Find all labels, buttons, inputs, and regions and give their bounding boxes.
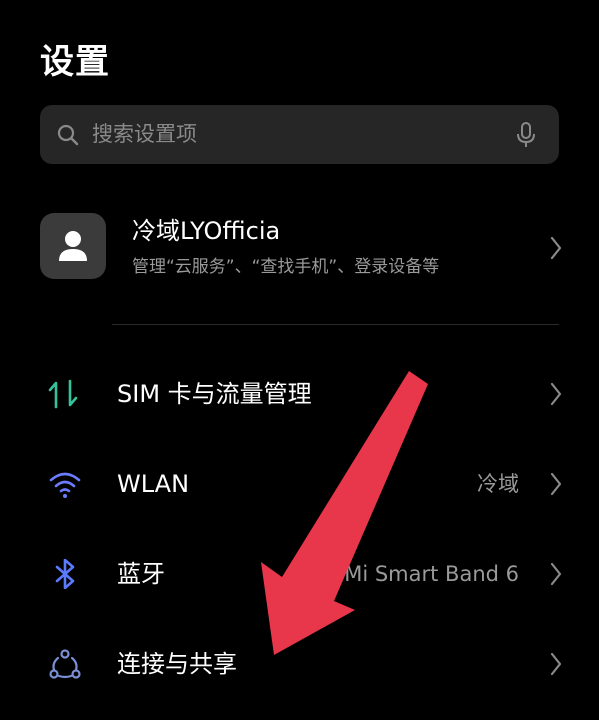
setting-item-label: 连接与共享: [117, 650, 237, 678]
account-name: 冷域LYOfficia: [132, 217, 281, 245]
chevron-right-icon: [550, 562, 562, 586]
wifi-icon: [49, 472, 81, 498]
connection-share-icon: [49, 649, 81, 679]
page-title: 设置: [40, 42, 110, 82]
account-row[interactable]: 冷域LYOfficia 管理“云服务”、“查找手机”、登录设备等: [0, 205, 599, 295]
setting-item-label: 蓝牙: [117, 560, 165, 588]
person-icon: [59, 231, 87, 261]
setting-item-value: Mi Smart Band 6: [344, 562, 519, 586]
setting-item-connection-share[interactable]: 连接与共享: [0, 619, 599, 709]
setting-item-value: 冷域: [477, 472, 519, 496]
search-bar[interactable]: 搜索设置项: [40, 105, 559, 164]
setting-item-sim[interactable]: SIM 卡与流量管理: [0, 349, 599, 439]
search-icon: [57, 124, 79, 146]
setting-item-label: WLAN: [117, 470, 190, 498]
account-subtitle: 管理“云服务”、“查找手机”、登录设备等: [132, 257, 440, 277]
avatar: [40, 213, 106, 279]
setting-item-label: SIM 卡与流量管理: [117, 380, 312, 408]
mic-icon[interactable]: [515, 121, 537, 149]
chevron-right-icon: [550, 652, 562, 676]
divider: [112, 324, 559, 325]
chevron-right-icon: [550, 236, 562, 260]
setting-item-wlan[interactable]: WLAN 冷域: [0, 439, 599, 529]
chevron-right-icon: [550, 382, 562, 406]
sim-data-icon: [48, 379, 78, 409]
setting-item-bluetooth[interactable]: 蓝牙 Mi Smart Band 6: [0, 529, 599, 619]
bluetooth-icon: [55, 559, 75, 589]
chevron-right-icon: [550, 472, 562, 496]
search-input[interactable]: 搜索设置项: [92, 105, 197, 164]
